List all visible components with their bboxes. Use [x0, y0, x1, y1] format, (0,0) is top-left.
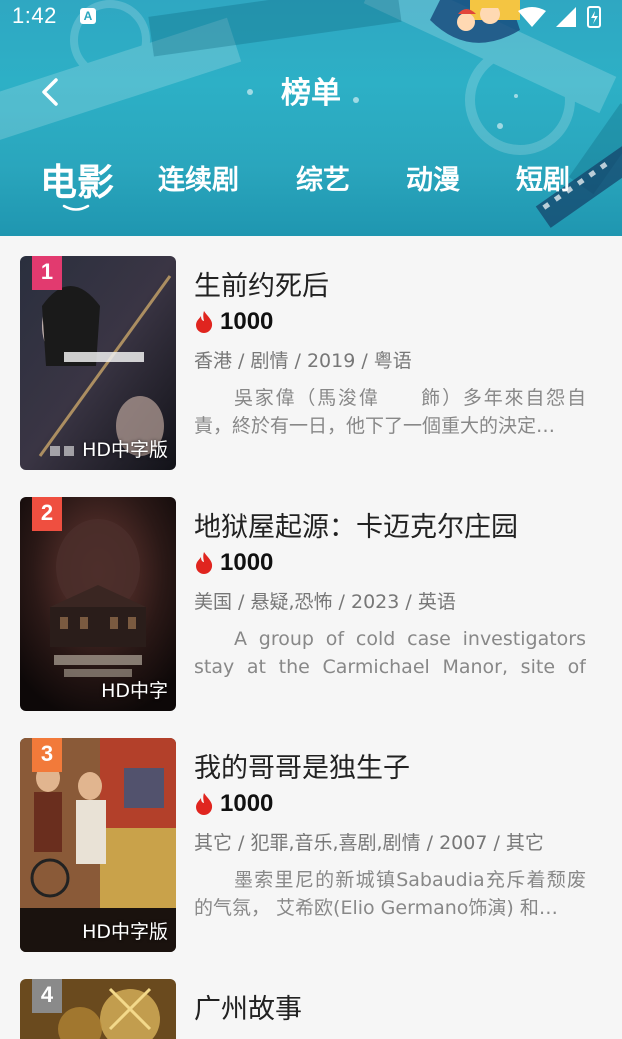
- status-bar: 1:42 A: [0, 0, 622, 34]
- poster-image[interactable]: 3 HD中字版: [20, 738, 176, 952]
- fire-icon: [196, 793, 213, 815]
- item-description: 墨索里尼的新城镇Sabaudia充斥着颓废的气氛， 艾希欧(Elio Germa…: [194, 869, 586, 919]
- active-tab-indicator: [62, 204, 90, 211]
- heat-value: 1000: [220, 790, 274, 817]
- list-item[interactable]: 4 广州故事: [0, 959, 622, 1039]
- category-tabs: 电影 连续剧 综艺 动漫 短剧: [0, 158, 622, 218]
- tab-short-drama[interactable]: 短剧: [516, 158, 570, 197]
- rank-badge: 3: [32, 738, 62, 772]
- item-title[interactable]: 我的哥哥是独生子: [194, 746, 410, 785]
- tab-series[interactable]: 连续剧: [158, 158, 239, 197]
- signal-icon: [556, 7, 576, 27]
- rank-badge: 2: [32, 497, 62, 531]
- tab-movie[interactable]: 电影: [40, 152, 114, 206]
- quality-label: HD中字版: [82, 921, 168, 943]
- rank-badge: 1: [32, 256, 62, 290]
- tab-anime[interactable]: 动漫: [406, 158, 460, 197]
- item-description: 吳家偉（馬浚偉 飾）多年來自怨自責，終於有一日，他下了一個重大的決定…: [194, 387, 586, 437]
- item-meta: 其它 / 犯罪,音乐,喜剧,剧情 / 2007 / 其它: [194, 832, 544, 854]
- rank-badge: 4: [32, 979, 62, 1013]
- poster-image[interactable]: 1 HD中字版: [20, 256, 176, 470]
- heat-value: 1000: [220, 308, 274, 335]
- item-meta: 美国 / 悬疑,恐怖 / 2023 / 英语: [194, 591, 456, 613]
- header: 1:42 A 榜单 电影 连续剧 综艺 动漫 短剧: [0, 0, 622, 236]
- tab-variety[interactable]: 综艺: [296, 158, 350, 197]
- status-time: 1:42: [12, 3, 57, 28]
- item-title[interactable]: 生前约死后: [194, 264, 329, 303]
- fire-icon: [196, 311, 213, 333]
- item-meta: 香港 / 剧情 / 2019 / 粤语: [194, 350, 412, 372]
- quality-label: HD中字: [101, 680, 168, 702]
- item-description: A group of cold case investigators stay …: [194, 628, 586, 678]
- poster-image[interactable]: 4: [20, 979, 176, 1039]
- fire-icon: [196, 552, 213, 574]
- item-title[interactable]: 广州故事: [194, 987, 302, 1026]
- list-item[interactable]: 2 HD中字 地狱屋起源：卡迈克尔庄园 1000 美国 / 悬疑,恐怖 / 20…: [0, 477, 622, 718]
- list-item[interactable]: 3 HD中字版 我的哥哥是独生子 1000 其它 / 犯罪,音乐,喜剧,剧情 /…: [0, 718, 622, 959]
- list-item[interactable]: 1 HD中字版 生前约死后 1000 香港 / 剧情 / 2019 / 粤语 吳…: [0, 236, 622, 477]
- notification-icon: A: [80, 8, 96, 24]
- poster-image[interactable]: 2 HD中字: [20, 497, 176, 711]
- page-title: 榜单: [281, 76, 341, 111]
- heat-value: 1000: [220, 549, 274, 576]
- wifi-icon: [518, 7, 546, 27]
- quality-label: HD中字版: [82, 439, 168, 461]
- item-title[interactable]: 地狱屋起源：卡迈克尔庄园: [194, 505, 518, 544]
- status-icons: [518, 6, 601, 28]
